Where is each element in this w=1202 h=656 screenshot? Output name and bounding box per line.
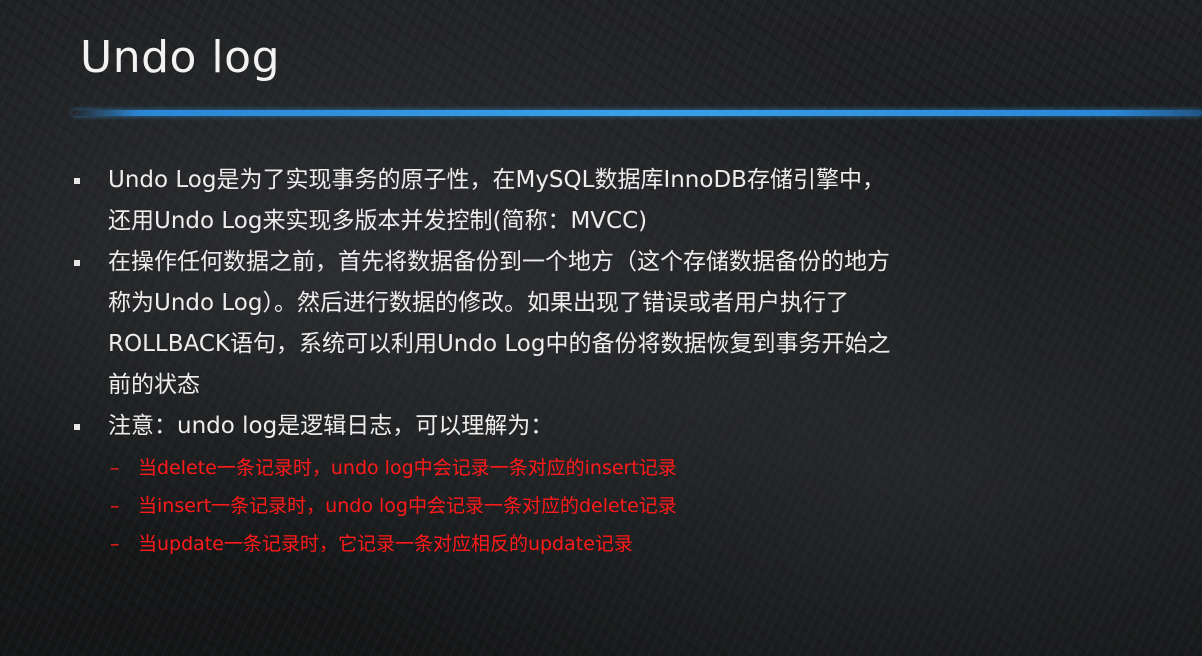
square-bullet-icon <box>74 424 80 430</box>
sub-bullet-list: – 当delete一条记录时，undo log中会记录一条对应的insert记录… <box>70 449 1130 563</box>
title-underline <box>72 110 1202 116</box>
bullet-line: 称为Undo Log）。然后进行数据的修改。如果出现了错误或者用户执行了 <box>108 290 849 316</box>
bullet-item: 在操作任何数据之前，首先将数据备份到一个地方（这个存储数据备份的地方 称为Und… <box>70 242 1130 406</box>
sub-bullet-item: – 当insert一条记录时，undo log中会记录一条对应的delete记录 <box>70 487 1130 525</box>
sub-bullet-text: 当update一条记录时，它记录一条对应相反的update记录 <box>138 533 633 555</box>
bullet-item: Undo Log是为了实现事务的原子性，在MySQL数据库InnoDB存储引擎中… <box>70 160 1130 242</box>
square-bullet-icon <box>74 260 80 266</box>
bullet-item: 注意：undo log是逻辑日志，可以理解为： <box>70 406 1130 447</box>
bullet-line: ROLLBACK语句，系统可以利用Undo Log中的备份将数据恢复到事务开始之 <box>108 331 891 357</box>
dash-marker: – <box>110 533 120 555</box>
dash-marker: – <box>110 457 120 479</box>
sub-bullet-item: – 当delete一条记录时，undo log中会记录一条对应的insert记录 <box>70 449 1130 487</box>
dash-marker: – <box>110 495 120 517</box>
bullet-line: 前的状态 <box>108 372 200 398</box>
slide-title: Undo log <box>80 32 281 83</box>
slide: Undo log Undo Log是为了实现事务的原子性，在MySQL数据库In… <box>0 0 1202 656</box>
bullet-line: Undo Log是为了实现事务的原子性，在MySQL数据库InnoDB存储引擎中… <box>108 167 885 193</box>
bullet-line: 还用Undo Log来实现多版本并发控制(简称：MVCC) <box>108 208 648 234</box>
square-bullet-icon <box>74 178 80 184</box>
sub-bullet-text: 当delete一条记录时，undo log中会记录一条对应的insert记录 <box>138 457 677 479</box>
slide-content: Undo Log是为了实现事务的原子性，在MySQL数据库InnoDB存储引擎中… <box>70 160 1130 563</box>
bullet-line: 注意：undo log是逻辑日志，可以理解为： <box>108 413 554 439</box>
sub-bullet-text: 当insert一条记录时，undo log中会记录一条对应的delete记录 <box>138 495 677 517</box>
sub-bullet-item: – 当update一条记录时，它记录一条对应相反的update记录 <box>70 525 1130 563</box>
bullet-line: 在操作任何数据之前，首先将数据备份到一个地方（这个存储数据备份的地方 <box>108 249 890 275</box>
